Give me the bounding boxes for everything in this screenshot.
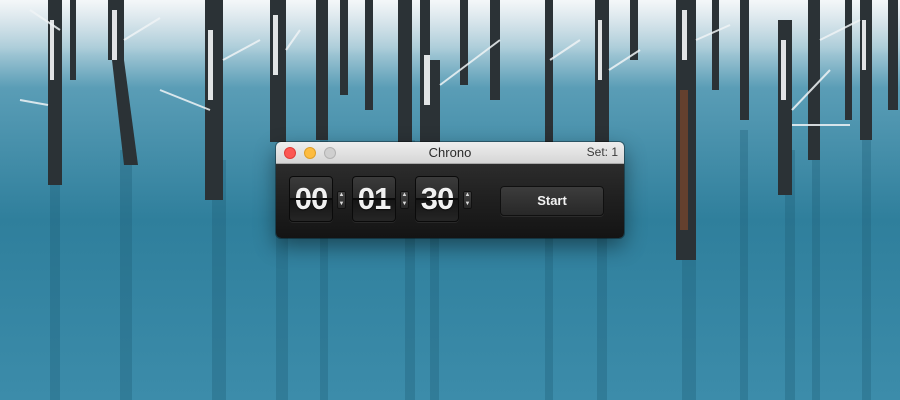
seconds-down-arrow-icon[interactable]: ▼ — [463, 200, 472, 209]
start-button[interactable]: Start — [500, 186, 604, 216]
set-counter: Set: 1 — [586, 145, 618, 159]
seconds-up-arrow-icon[interactable]: ▲ — [463, 191, 472, 200]
hours-display[interactable]: 00 — [289, 176, 333, 222]
hours-up-arrow-icon[interactable]: ▲ — [337, 191, 346, 200]
chrono-window: Chrono Set: 1 00 ▲ ▼ 01 ▲ ▼ 30 ▲ ▼ Start — [276, 142, 624, 238]
window-title: Chrono — [428, 145, 472, 160]
timer-panel: 00 ▲ ▼ 01 ▲ ▼ 30 ▲ ▼ Start — [276, 164, 624, 238]
minutes-display[interactable]: 01 — [352, 176, 396, 222]
minutes-down-arrow-icon[interactable]: ▼ — [400, 200, 409, 209]
title-bar[interactable]: Chrono Set: 1 — [276, 142, 624, 164]
minutes-stepper[interactable]: ▲ ▼ — [400, 191, 409, 209]
seconds-stepper[interactable]: ▲ ▼ — [463, 191, 472, 209]
hours-stepper[interactable]: ▲ ▼ — [337, 191, 346, 209]
seconds-display[interactable]: 30 — [415, 176, 459, 222]
hours-down-arrow-icon[interactable]: ▼ — [337, 200, 346, 209]
minutes-up-arrow-icon[interactable]: ▲ — [400, 191, 409, 200]
